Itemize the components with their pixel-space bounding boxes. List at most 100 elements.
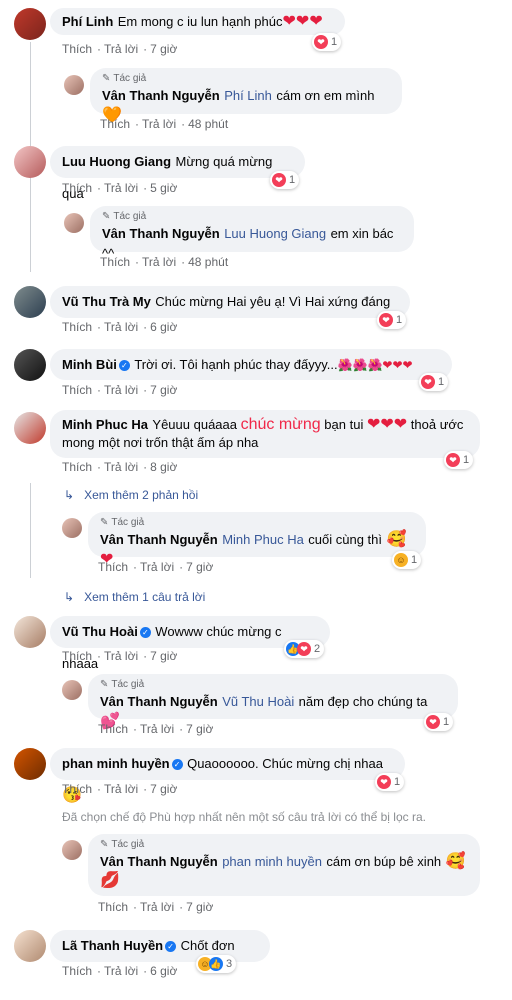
avatar[interactable] [14, 748, 46, 780]
comment-actions: Thích · Trả lời · 48 phút [100, 255, 229, 269]
haha-icon: ☺ [394, 553, 408, 567]
timestamp[interactable]: 7 giờ [150, 782, 177, 796]
view-more-replies[interactable]: ↳ Xem thêm 1 câu trả lời [64, 590, 205, 604]
heart-icon: ❤ [377, 775, 391, 789]
highlight-link[interactable]: chúc mừng [241, 416, 321, 433]
timestamp[interactable]: 7 giờ [186, 722, 213, 736]
reply-button[interactable]: Trả lời [104, 320, 138, 334]
verified-icon: ✓ [165, 941, 177, 952]
kiss-emoji: 💋 [100, 872, 120, 889]
comment-actions: Thích · Trả lời · 5 giờ [62, 181, 178, 195]
commenter-name[interactable]: Vũ Thu Trà My [62, 294, 151, 309]
reply-button[interactable]: Trả lời [104, 460, 138, 474]
mention-link[interactable]: Luu Huong Giang [224, 226, 326, 241]
timestamp[interactable]: 7 giờ [150, 649, 177, 663]
mention-link[interactable]: Vũ Thu Hoài [222, 694, 294, 709]
timestamp[interactable]: 6 giờ [150, 964, 177, 978]
mention-link[interactable]: phan minh huyền [222, 854, 322, 869]
comment-bubble: Phí Linh Em mong c iu lun hạnh phúc❤❤❤ [50, 8, 345, 35]
commenter-name[interactable]: Vũ Thu Hoài [62, 624, 138, 639]
avatar[interactable] [14, 616, 46, 648]
avatar[interactable] [14, 8, 46, 40]
avatar[interactable] [14, 930, 46, 962]
avatar[interactable] [14, 349, 46, 381]
commenter-name[interactable]: Phí Linh [62, 14, 113, 29]
reaction-count[interactable]: ❤ 1 [375, 773, 405, 791]
emoji: ❤❤❤ [366, 416, 408, 433]
avatar[interactable] [14, 146, 46, 178]
like-button[interactable]: Thích [98, 722, 128, 736]
avatar[interactable] [14, 286, 46, 318]
timestamp[interactable]: 7 giờ [186, 900, 213, 914]
reaction-count[interactable]: ☺ 1 [392, 551, 422, 569]
like-button[interactable]: Thích [98, 900, 128, 914]
reaction-count[interactable]: ❤ 1 [444, 451, 474, 469]
reaction-count[interactable]: ❤ 1 [312, 33, 342, 51]
timestamp[interactable]: 5 giờ [150, 181, 177, 195]
mention-link[interactable]: Phí Linh [224, 88, 272, 103]
avatar[interactable] [64, 75, 84, 95]
reply-button[interactable]: Trả lời [140, 900, 174, 914]
author-badge: ✎ Tác giả [100, 517, 145, 528]
view-more-replies[interactable]: ↳ Xem thêm 2 phản hồi [64, 488, 198, 502]
commenter-name[interactable]: phan minh huyền [62, 756, 170, 771]
like-button[interactable]: Thích [62, 460, 92, 474]
commenter-name[interactable]: Lã Thanh Huyền [62, 938, 163, 953]
like-button[interactable]: Thích [98, 560, 128, 574]
commenter-name[interactable]: Vân Thanh Nguyễn [100, 532, 218, 547]
like-button[interactable]: Thích [62, 181, 92, 195]
commenter-name[interactable]: Luu Huong Giang [62, 154, 171, 169]
like-button[interactable]: Thích [100, 117, 130, 131]
commenter-name[interactable]: Vân Thanh Nguyễn [102, 226, 220, 241]
reply-button[interactable]: Trả lời [104, 964, 138, 978]
reaction-count[interactable]: ❤ 1 [419, 373, 449, 391]
comment-text: Chốt đơn [180, 938, 235, 953]
timestamp[interactable]: 8 giờ [150, 460, 177, 474]
reaction-count[interactable]: 👍 ❤ 2 [284, 640, 325, 658]
commenter-name[interactable]: Vân Thanh Nguyễn [100, 854, 218, 869]
reply-button[interactable]: Trả lời [104, 649, 138, 663]
reply-button[interactable]: Trả lời [140, 560, 174, 574]
like-button[interactable]: Thích [62, 383, 92, 397]
avatar[interactable] [64, 213, 84, 233]
reply-button[interactable]: Trả lời [104, 782, 138, 796]
commenter-name[interactable]: Vân Thanh Nguyễn [100, 694, 218, 709]
like-button[interactable]: Thích [100, 255, 130, 269]
reply-button[interactable]: Trả lời [142, 255, 176, 269]
timestamp[interactable]: 6 giờ [150, 320, 177, 334]
comment-bubble: ✎ Tác giả Vân Thanh Nguyễn Vũ Thu Hoài nă… [88, 674, 458, 730]
reply-button[interactable]: Trả lời [104, 383, 138, 397]
reply-button[interactable]: Trả lời [142, 117, 176, 131]
comment-text: cám ơn búp bê xinh [326, 854, 442, 869]
reply-button[interactable]: Trả lời [104, 181, 138, 195]
reaction-count[interactable]: ❤ 1 [424, 713, 454, 731]
timestamp[interactable]: 48 phút [188, 255, 228, 269]
reaction-count[interactable]: ❤ 1 [270, 171, 300, 189]
comment-text-line2: mong một nơi trốn thật ấm áp nha [62, 435, 259, 450]
timestamp[interactable]: 7 giờ [186, 560, 213, 574]
heart-icon: ❤ [272, 173, 286, 187]
avatar[interactable] [62, 518, 82, 538]
like-button[interactable]: Thích [62, 649, 92, 663]
timestamp[interactable]: 7 giờ [150, 383, 177, 397]
like-button[interactable]: Thích [62, 320, 92, 334]
author-badge: ✎ Tác giả [102, 211, 147, 222]
comment-actions: Thích · Trả lời · 6 giờ [62, 964, 178, 978]
comment-actions: Thích · Trả lời · 7 giờ [98, 722, 214, 736]
avatar[interactable] [62, 840, 82, 860]
reaction-count[interactable]: ❤ 1 [377, 311, 407, 329]
commenter-name[interactable]: Vân Thanh Nguyễn [102, 88, 220, 103]
avatar[interactable] [62, 680, 82, 700]
timestamp[interactable]: 7 giờ [150, 42, 177, 56]
reply-button[interactable]: Trả lời [140, 722, 174, 736]
like-button[interactable]: Thích [62, 964, 92, 978]
commenter-name[interactable]: Minh Bùi [62, 357, 117, 372]
reaction-count[interactable]: ☺ 👍 3 [196, 955, 237, 973]
mention-link[interactable]: Minh Phuc Ha [222, 532, 304, 547]
reply-button[interactable]: Trả lời [104, 42, 138, 56]
like-button[interactable]: Thích [62, 782, 92, 796]
timestamp[interactable]: 48 phút [188, 117, 228, 131]
like-button[interactable]: Thích [62, 42, 92, 56]
avatar[interactable] [14, 412, 46, 444]
commenter-name[interactable]: Minh Phuc Ha [62, 417, 148, 432]
